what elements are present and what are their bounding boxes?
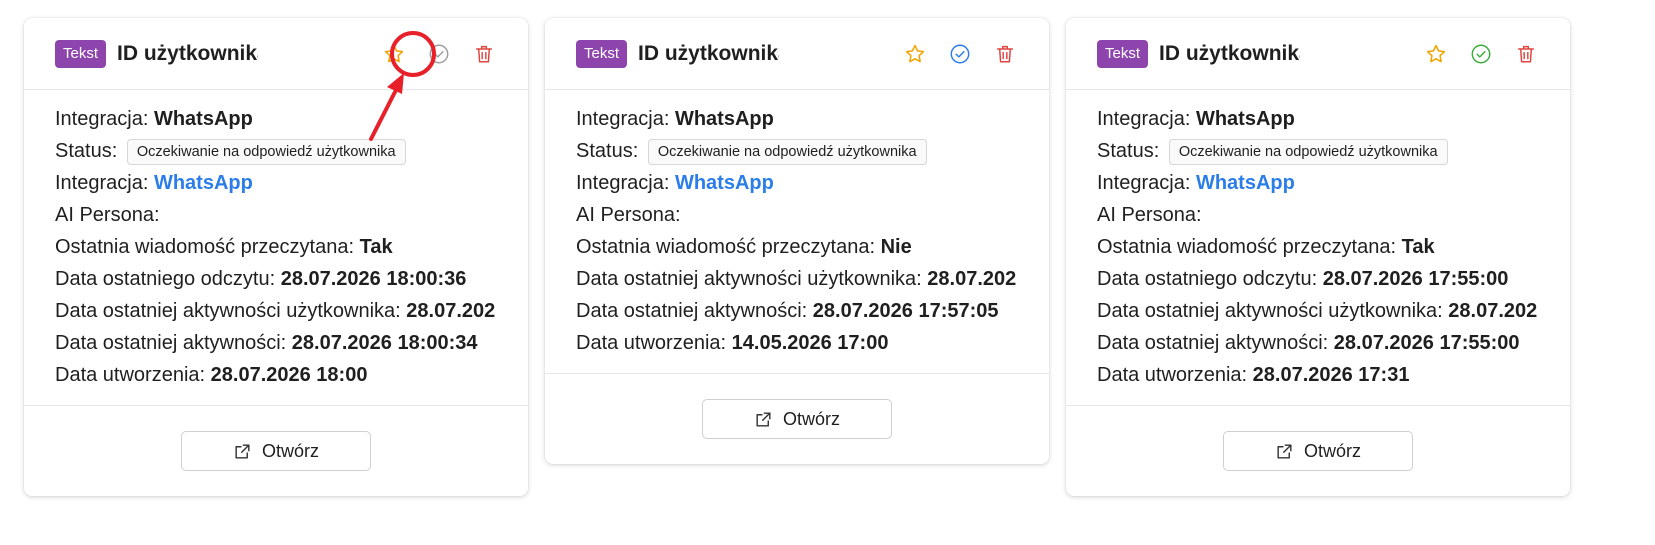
detail-row-status: Status: Oczekiwanie na odpowiedź użytkow…	[576, 135, 1016, 167]
card-details: Integracja: WhatsApp Status: Oczekiwanie…	[545, 90, 1049, 374]
card-details: Integracja: WhatsApp Status: Oczekiwanie…	[1066, 90, 1570, 406]
detail-row-status: Status: Oczekiwanie na odpowiedź użytkow…	[1097, 135, 1537, 167]
conversation-card-2: Tekst ID użytkownika Integracja: WhatsAp…	[545, 18, 1049, 464]
detail-row-user-activity: Data ostatniej aktywności użytkownika: 2…	[1097, 300, 1537, 322]
card-header: Tekst ID użytkownika	[1066, 18, 1570, 90]
open-button[interactable]: Otwórz	[181, 431, 371, 471]
check-circle-icon[interactable]	[427, 42, 451, 66]
detail-row-last-activity: Data ostatniej aktywności: 28.07.2026 17…	[576, 300, 999, 322]
status-tag: Oczekiwanie na odpowiedź użytkownika	[126, 138, 406, 165]
detail-row-ai-persona: AI Persona:	[1097, 204, 1202, 226]
trash-icon[interactable]	[472, 42, 496, 66]
detail-row-ai-persona: AI Persona:	[55, 204, 160, 226]
card-footer: Otwórz	[24, 406, 528, 496]
detail-row-last-read: Ostatnia wiadomość przeczytana: Nie	[576, 236, 912, 258]
external-link-icon	[235, 443, 250, 459]
detail-row-last-read-date: Data ostatniego odczytu: 28.07.2026 17:5…	[1097, 268, 1509, 290]
detail-row-integration-link: Integracja: WhatsApp	[576, 172, 774, 194]
status-tag: Oczekiwanie na odpowiedź użytkownika	[1168, 138, 1448, 165]
external-link-icon	[756, 411, 771, 427]
detail-row-created: Data utworzenia: 14.05.2026 17:00	[576, 332, 889, 354]
integration-link[interactable]: WhatsApp	[154, 172, 253, 194]
detail-row-integration: Integracja: WhatsApp	[1097, 108, 1295, 130]
card-actions	[382, 42, 496, 66]
detail-row-user-activity: Data ostatniej aktywności użytkownika: 2…	[55, 300, 495, 322]
open-button-label: Otwórz	[261, 440, 319, 461]
open-button[interactable]: Otwórz	[1223, 431, 1413, 471]
card-header: Tekst ID użytkownika	[24, 18, 528, 90]
star-icon[interactable]	[1424, 42, 1448, 66]
open-button[interactable]: Otwórz	[702, 399, 892, 439]
external-link-icon	[1277, 443, 1292, 459]
integration-link[interactable]: WhatsApp	[1196, 172, 1295, 194]
detail-row-last-read: Ostatnia wiadomość przeczytana: Tak	[55, 236, 393, 258]
check-circle-icon[interactable]	[948, 42, 972, 66]
detail-row-integration: Integracja: WhatsApp	[55, 108, 253, 130]
detail-row-integration: Integracja: WhatsApp	[576, 108, 774, 130]
detail-row-created: Data utworzenia: 28.07.2026 17:31	[1097, 364, 1410, 386]
card-actions	[1424, 42, 1538, 66]
detail-row-ai-persona: AI Persona:	[576, 204, 681, 226]
card-footer: Otwórz	[545, 374, 1049, 464]
conversation-card-3: Tekst ID użytkownika Integracja: WhatsAp…	[1066, 18, 1570, 496]
card-footer: Otwórz	[1066, 406, 1570, 496]
check-circle-icon[interactable]	[1469, 42, 1493, 66]
trash-icon[interactable]	[1514, 42, 1538, 66]
detail-row-integration-link: Integracja: WhatsApp	[1097, 172, 1295, 194]
detail-row-last-read: Ostatnia wiadomość przeczytana: Tak	[1097, 236, 1435, 258]
card-title: ID użytkownika	[638, 41, 780, 65]
open-button-label: Otwórz	[782, 408, 840, 429]
card-details: Integracja: WhatsApp Status: Oczekiwanie…	[24, 90, 528, 406]
type-badge: Tekst	[55, 39, 107, 68]
detail-row-last-activity: Data ostatniej aktywności: 28.07.2026 18…	[55, 332, 478, 354]
status-tag: Oczekiwanie na odpowiedź użytkownika	[647, 138, 927, 165]
detail-row-integration-link: Integracja: WhatsApp	[55, 172, 253, 194]
trash-icon[interactable]	[993, 42, 1017, 66]
detail-row-status: Status: Oczekiwanie na odpowiedź użytkow…	[55, 135, 495, 167]
star-icon[interactable]	[903, 42, 927, 66]
card-title: ID użytkownika	[1159, 41, 1301, 65]
card-actions	[903, 42, 1017, 66]
open-button-label: Otwórz	[1303, 440, 1361, 461]
detail-row-last-activity: Data ostatniej aktywności: 28.07.2026 17…	[1097, 332, 1520, 354]
type-badge: Tekst	[1097, 39, 1149, 68]
integration-link[interactable]: WhatsApp	[675, 172, 774, 194]
type-badge: Tekst	[576, 39, 628, 68]
detail-row-last-read-date: Data ostatniego odczytu: 28.07.2026 18:0…	[55, 268, 467, 290]
star-icon[interactable]	[382, 42, 406, 66]
card-header: Tekst ID użytkownika	[545, 18, 1049, 90]
detail-row-created: Data utworzenia: 28.07.2026 18:00	[55, 364, 368, 386]
detail-row-user-activity: Data ostatniej aktywności użytkownika: 2…	[576, 268, 1016, 290]
card-title: ID użytkownika	[117, 41, 259, 65]
conversation-card-1: Tekst ID użytkownika Integracja: WhatsAp…	[24, 18, 528, 496]
